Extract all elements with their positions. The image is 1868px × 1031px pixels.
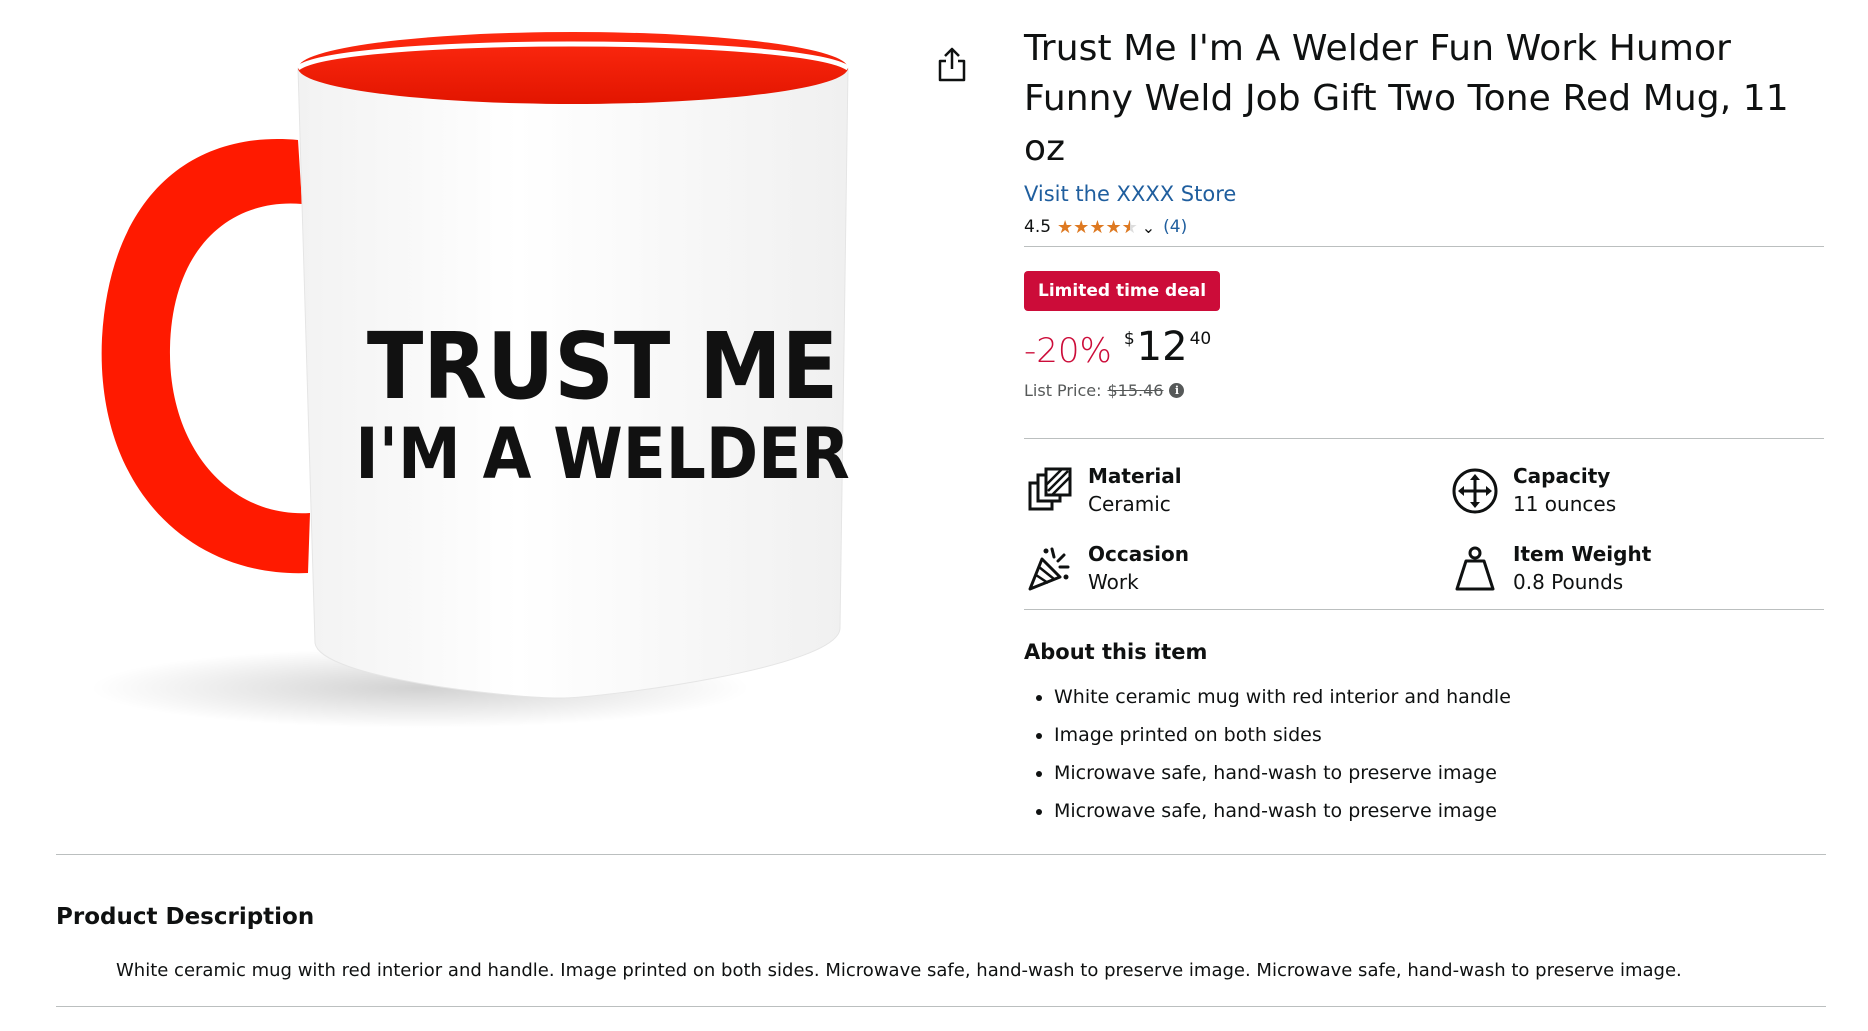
description-heading: Product Description xyxy=(56,904,315,930)
info-icon[interactable]: i xyxy=(1169,383,1185,398)
spec-value: 0.8 Pounds xyxy=(1513,570,1624,594)
spec-value: Work xyxy=(1088,570,1139,594)
spec-label: Occasion xyxy=(1088,542,1189,566)
spec-material: Material Ceramic xyxy=(1024,463,1449,519)
about-heading: About this item xyxy=(1024,640,1208,664)
divider xyxy=(1024,438,1824,439)
mug-text-line2: I'M A WELDER xyxy=(355,413,849,495)
price-fraction: 40 xyxy=(1189,329,1212,349)
spec-occasion: Occasion Work xyxy=(1024,541,1449,597)
spec-label: Item Weight xyxy=(1513,542,1652,566)
spec-capacity: Capacity 11 ounces xyxy=(1449,463,1824,519)
list-item: White ceramic mug with red interior and … xyxy=(1054,678,1824,716)
divider xyxy=(56,1006,1826,1007)
rating-value: 4.5 xyxy=(1024,217,1052,237)
rating-row: 4.5 ★★★★★ ★ ⌄ (4) xyxy=(1024,216,1824,238)
capacity-icon xyxy=(1449,465,1501,517)
divider xyxy=(1024,609,1824,610)
weight-icon xyxy=(1449,543,1501,595)
mug-handle xyxy=(101,139,310,574)
price-currency: $ xyxy=(1123,329,1135,349)
party-popper-icon xyxy=(1024,543,1076,595)
list-item: Microwave safe, hand-wash to preserve im… xyxy=(1054,754,1824,792)
list-price: $15.46 xyxy=(1107,381,1164,400)
share-icon xyxy=(938,47,966,82)
spec-value: Ceramic xyxy=(1088,492,1171,516)
rating-count-link[interactable]: (4) xyxy=(1163,217,1187,237)
deal-badge: Limited time deal xyxy=(1024,271,1221,311)
mug-illustration: TRUST ME I'M A WELDER xyxy=(90,32,850,728)
price-whole: 12 xyxy=(1136,324,1188,370)
spec-label: Material xyxy=(1088,464,1182,488)
product-details: Trust Me I'm A Welder Fun Work Humor Fun… xyxy=(1024,24,1824,830)
discount-percent: -20% xyxy=(1024,331,1112,371)
price-row: -20% $ 12 40 xyxy=(1024,325,1824,373)
spec-value: 11 ounces xyxy=(1513,492,1617,516)
spec-label: Capacity xyxy=(1513,464,1611,488)
list-item: Image printed on both sides xyxy=(1054,716,1824,754)
material-icon xyxy=(1024,465,1076,517)
chevron-down-icon[interactable]: ⌄ xyxy=(1142,218,1155,237)
store-link[interactable]: Visit the XXXX Store xyxy=(1024,182,1236,206)
share-button[interactable] xyxy=(935,45,969,85)
product-image[interactable]: TRUST ME I'M A WELDER xyxy=(40,18,940,818)
list-item: Microwave safe, hand-wash to preserve im… xyxy=(1054,792,1824,830)
list-price-row: List Price: $15.46 i xyxy=(1024,381,1824,400)
description-text: White ceramic mug with red interior and … xyxy=(116,960,1682,981)
about-bullets: White ceramic mug with red interior and … xyxy=(1024,678,1824,830)
mug-text-line1: TRUST ME xyxy=(367,313,838,420)
divider xyxy=(1024,246,1824,247)
product-specs: Material Ceramic Capacity 11 ounces Occa… xyxy=(1024,463,1824,597)
spec-item-weight: Item Weight 0.8 Pounds xyxy=(1449,541,1824,597)
list-price-label: List Price: xyxy=(1024,381,1102,400)
product-title: Trust Me I'm A Welder Fun Work Humor Fun… xyxy=(1024,28,1789,169)
star-rating-icon[interactable]: ★★★★★ ★ xyxy=(1057,217,1138,238)
divider xyxy=(56,854,1826,855)
